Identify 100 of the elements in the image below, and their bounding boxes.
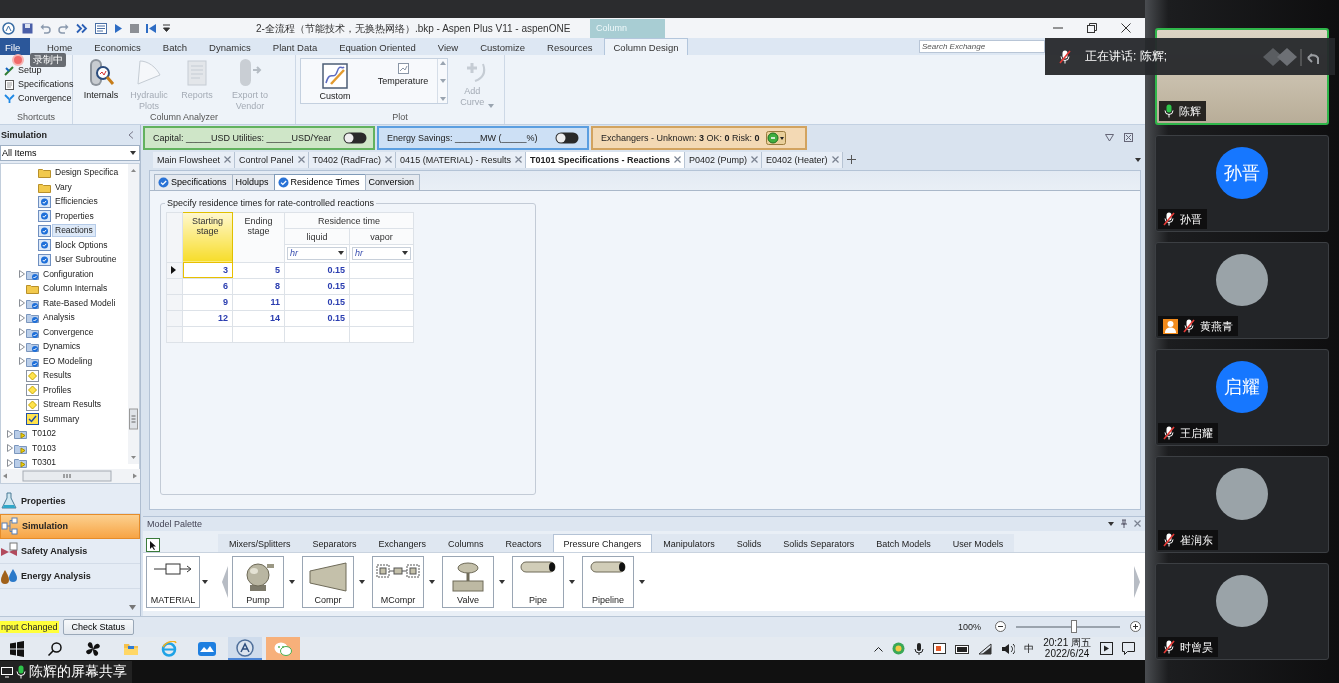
table-cell[interactable]: 12	[182, 310, 233, 327]
participant-tile[interactable]: 黄燕青	[1155, 242, 1329, 339]
taskbar-button[interactable]	[266, 637, 300, 661]
new-tab-icon[interactable]	[846, 155, 856, 165]
pin-icon[interactable]	[1120, 519, 1128, 529]
reset-icon[interactable]	[146, 22, 156, 34]
navigation-module[interactable]: Simulation	[0, 513, 140, 539]
tree-item[interactable]: Efficiencies	[52, 195, 101, 209]
tree-item[interactable]: T0301	[29, 456, 60, 469]
palette-tab[interactable]: Solids Separators	[772, 533, 866, 552]
table-cell[interactable]: 9	[182, 294, 233, 311]
palette-tab[interactable]: Mixers/Splitters	[218, 533, 302, 552]
tray-app-icon[interactable]	[933, 642, 947, 656]
stop-icon[interactable]	[130, 23, 139, 33]
ribbon-tab[interactable]: Customize	[469, 37, 537, 55]
tree-item[interactable]: Configuration	[40, 267, 97, 281]
collapse-icon[interactable]	[1105, 133, 1114, 142]
zoom-in-icon[interactable]	[1130, 621, 1141, 633]
tree-item[interactable]: Results	[40, 369, 75, 383]
caret-icon[interactable]	[639, 579, 645, 584]
tree-item[interactable]: T0103	[29, 441, 60, 455]
run-icon[interactable]	[114, 22, 123, 34]
vertical-scrollbar[interactable]	[128, 163, 139, 464]
ribbon-tab[interactable]: Dynamics	[198, 37, 262, 55]
navigation-module[interactable]: Properties	[0, 488, 140, 514]
table-cell[interactable]: 3	[182, 262, 233, 279]
participant-tile[interactable]: 孙晋 孙晋	[1155, 135, 1329, 232]
restore-icon[interactable]	[1087, 22, 1097, 33]
tree-item[interactable]: Column Internals	[40, 282, 111, 296]
document-tab[interactable]: T0402 (RadFrac)	[308, 151, 397, 168]
microphone-icon[interactable]	[914, 642, 925, 656]
taskbar-button[interactable]	[228, 637, 262, 661]
signal-icon[interactable]	[978, 642, 993, 655]
media-icon[interactable]	[1100, 642, 1113, 656]
ribbon-tab[interactable]: Home	[36, 37, 84, 55]
battery-icon[interactable]	[955, 642, 970, 655]
clock[interactable]: 20:21 周五 2022/6/24	[1043, 638, 1091, 660]
undo-icon[interactable]	[40, 22, 51, 34]
document-tab[interactable]: T0101 Specifications - Reactions	[526, 151, 686, 168]
ribbon-tab[interactable]: View	[426, 37, 470, 55]
toggle-switch[interactable]	[555, 131, 579, 144]
ribbon-button[interactable]: Custom	[301, 58, 369, 103]
palette-tab[interactable]: Manipulators	[652, 533, 726, 552]
tree-item[interactable]: Analysis	[40, 311, 78, 325]
participant-tile[interactable]: 启耀 王启耀	[1155, 349, 1329, 446]
notifications-icon[interactable]	[1122, 642, 1135, 656]
caret-icon[interactable]	[569, 579, 575, 584]
palette-tab[interactable]: Solids	[725, 533, 773, 552]
document-tab[interactable]: Main Flowsheet	[153, 151, 236, 168]
ribbon-tab[interactable]: Resources	[536, 37, 604, 55]
tree-item[interactable]: T0102	[29, 427, 60, 441]
model-button[interactable]: Valve	[442, 555, 494, 608]
close-icon[interactable]	[1121, 22, 1131, 33]
table-cell[interactable]: 5	[232, 262, 285, 279]
caret-icon[interactable]	[289, 579, 295, 584]
palette-tab[interactable]: Reactors	[494, 533, 553, 552]
check-status-button[interactable]: Check Status	[62, 618, 135, 635]
tree-item[interactable]: Vary	[52, 180, 75, 194]
redo-icon[interactable]	[58, 22, 69, 34]
table-cell[interactable]: 8	[232, 278, 285, 295]
document-tab[interactable]: Control Panel	[235, 151, 309, 168]
tree-item[interactable]: Block Options	[52, 238, 111, 252]
form-tab[interactable]: Holdups	[231, 173, 275, 190]
tree-item[interactable]: User Subroutine	[52, 253, 120, 267]
scroll-down-icon[interactable]	[129, 604, 136, 610]
collapse-icon[interactable]	[128, 130, 134, 139]
tree-item[interactable]: Properties	[52, 209, 97, 223]
tree-item[interactable]: Design Specifica	[52, 166, 122, 180]
customize-toolbar-icon[interactable]	[163, 24, 170, 33]
palette-tab[interactable]: Columns	[437, 533, 495, 552]
navigation-module[interactable]: Safety Analysis	[0, 538, 140, 564]
palette-tab[interactable]: Separators	[301, 533, 368, 552]
caret-icon[interactable]	[499, 579, 505, 584]
table-cell[interactable]: 6	[182, 278, 233, 295]
unit-dropdown[interactable]: hr	[287, 246, 347, 260]
document-tab[interactable]: E0402 (Heater)	[762, 151, 843, 168]
ribbon-tab[interactable]: Plant Data	[261, 37, 329, 55]
tree-item[interactable]: Stream Results	[40, 398, 105, 412]
participant-tile[interactable]: 时曾昊	[1155, 563, 1329, 660]
caret-icon[interactable]	[429, 579, 435, 584]
table-cell[interactable]: 0.15	[284, 310, 350, 327]
table-cell[interactable]: 11	[232, 294, 285, 311]
tree-item[interactable]: Dynamics	[40, 340, 84, 354]
control-panel-icon[interactable]	[95, 22, 107, 34]
tree-item[interactable]: Convergence	[40, 325, 97, 339]
participant-tile[interactable]: 崔润东	[1155, 456, 1329, 553]
pointer-tool-icon[interactable]	[146, 537, 160, 552]
tab-list-icon[interactable]	[1135, 157, 1141, 162]
ribbon-tab[interactable]: Batch	[151, 37, 199, 55]
palette-tab[interactable]: Pressure Changers	[552, 533, 653, 552]
stream-button[interactable]: MATERIAL	[146, 555, 200, 608]
zoom-slider-thumb[interactable]	[1071, 619, 1078, 633]
form-tab[interactable]: Specifications	[154, 173, 233, 190]
tree-item[interactable]: Reactions	[52, 224, 96, 238]
ribbon-button[interactable]: Convergence	[4, 92, 74, 104]
model-button[interactable]: MCompr	[372, 555, 424, 608]
zoom-out-icon[interactable]	[995, 621, 1006, 633]
ribbon-button[interactable]: Internals	[77, 54, 125, 102]
caret-icon[interactable]	[359, 579, 365, 584]
tree-item[interactable]: EO Modeling	[40, 354, 96, 368]
